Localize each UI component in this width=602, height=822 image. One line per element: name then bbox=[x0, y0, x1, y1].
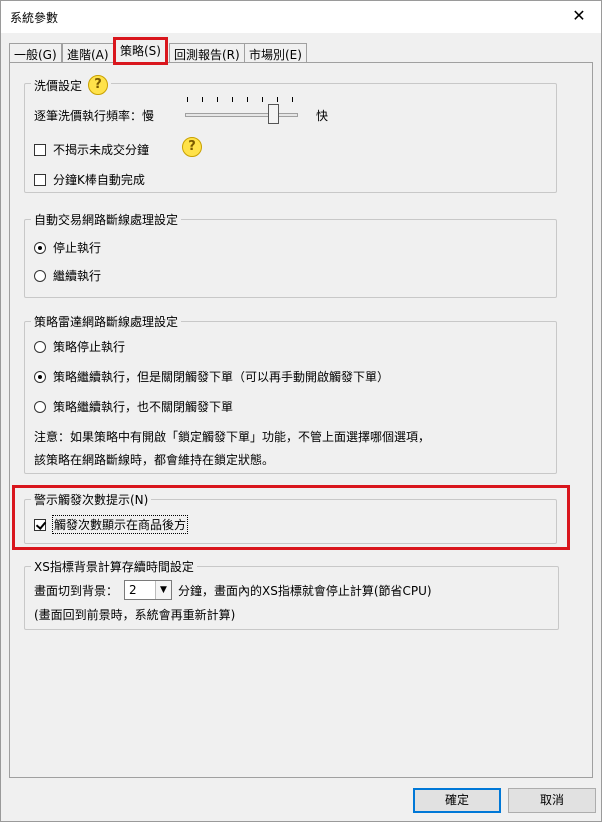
cancel-button[interactable]: 取消 bbox=[508, 788, 596, 813]
auto-trade-group-title: 自動交易網路斷線處理設定 bbox=[31, 211, 182, 228]
slider-tick bbox=[217, 97, 218, 102]
radio-button[interactable] bbox=[34, 400, 46, 413]
help-icon[interactable]: ? bbox=[182, 137, 202, 157]
radar-note-line1: 注意：如果策略中有開啟「鎖定觸發下單」功能，不管上面選擇哪個選項， bbox=[34, 430, 431, 444]
wash-price-title-text: 洗價設定 bbox=[34, 78, 83, 93]
slider-tick bbox=[292, 97, 293, 102]
auto-trade-option-label: 繼續執行 bbox=[53, 269, 102, 283]
radio-button[interactable] bbox=[34, 340, 46, 353]
radar-option-continue-keep[interactable]: 策略繼續執行，也不關閉觸發下單 bbox=[34, 398, 233, 415]
slider-tick bbox=[202, 97, 203, 102]
freq-label: 逐筆洗價執行頻率：慢 bbox=[34, 109, 155, 123]
radar-option-label: 策略停止執行 bbox=[53, 340, 126, 354]
radio-button[interactable] bbox=[34, 269, 46, 282]
xs-prefix: 畫面切到背景： bbox=[34, 583, 119, 598]
radar-option-continue-disable[interactable]: 策略繼續執行，但是關閉觸發下單（可以再手動開啟觸發下單） bbox=[34, 368, 389, 385]
radar-option-stop[interactable]: 策略停止執行 bbox=[34, 338, 125, 355]
radar-option-label: 策略繼續執行，也不關閉觸發下單 bbox=[53, 400, 234, 414]
help-icon[interactable]: ? bbox=[88, 75, 109, 95]
auto-trade-option-continue[interactable]: 繼續執行 bbox=[34, 267, 101, 284]
show-count-checkbox[interactable] bbox=[34, 518, 46, 531]
window-title: 系統參數 bbox=[10, 11, 59, 25]
hide-unfilled-row[interactable]: 不揭示未成交分鐘 bbox=[34, 141, 149, 158]
xs-background-group-title: XS指標背景計算存續時間設定 bbox=[31, 558, 197, 575]
title-bar: 系統參數 ✕ bbox=[1, 1, 601, 33]
wash-frequency-slider[interactable] bbox=[185, 97, 300, 127]
xs-suffix: 分鐘，畫面內的XS指標就會停止計算(節省CPU) bbox=[178, 583, 432, 598]
tab-general[interactable]: 一般(G) bbox=[9, 43, 62, 62]
auto-complete-row[interactable]: 分鐘K棒自動完成 bbox=[34, 171, 145, 188]
slider-track bbox=[185, 113, 298, 117]
radio-button[interactable] bbox=[34, 370, 46, 383]
freq-fast-label: 快 bbox=[316, 109, 329, 123]
ok-button[interactable]: 確定 bbox=[413, 788, 501, 813]
radar-note-line2: 該策略在網路斷線時，都會維持在鎖定狀態。 bbox=[34, 453, 275, 467]
auto-trade-option-label: 停止執行 bbox=[53, 241, 102, 255]
slider-tick bbox=[247, 97, 248, 102]
strategy-tab-panel: 洗價設定 ? 逐筆洗價執行頻率：慢 快 不揭示未成交分鐘 ? 分鐘K棒自動完成 bbox=[9, 62, 593, 778]
slider-tick bbox=[232, 97, 233, 102]
slider-thumb[interactable] bbox=[268, 104, 279, 124]
show-count-label: 觸發次數顯示在商品後方 bbox=[51, 515, 189, 534]
show-count-row[interactable]: 觸發次數顯示在商品後方 bbox=[34, 515, 189, 534]
tab-market[interactable]: 市場別(E) bbox=[244, 43, 307, 62]
wash-price-group-title: 洗價設定 ? bbox=[31, 75, 112, 95]
alert-trigger-group-title: 警示觸發次數提示(N) bbox=[31, 491, 152, 508]
auto-trade-group: 自動交易網路斷線處理設定 bbox=[24, 211, 557, 298]
close-icon[interactable]: ✕ bbox=[557, 1, 601, 33]
auto-complete-label: 分鐘K棒自動完成 bbox=[53, 173, 145, 187]
system-parameters-dialog: 系統參數 ✕ 一般(G) 進階(A) 策略(S) 回測報告(R) 市場別(E) … bbox=[0, 0, 602, 822]
minutes-select[interactable]: 2 ▼ bbox=[124, 580, 173, 600]
tab-strategy[interactable]: 策略(S) bbox=[113, 37, 168, 65]
strategy-radar-group-title: 策略雷達網路斷線處理設定 bbox=[31, 313, 182, 330]
xs-note: (畫面回到前景時，系統會再重新計算) bbox=[34, 608, 236, 622]
chevron-down-icon[interactable]: ▼ bbox=[155, 581, 172, 599]
tab-advanced[interactable]: 進階(A) bbox=[62, 43, 114, 62]
radio-button[interactable] bbox=[34, 241, 46, 254]
tab-backtest-report[interactable]: 回測報告(R) bbox=[169, 43, 245, 62]
minutes-value: 2 bbox=[129, 583, 137, 597]
slider-tick bbox=[262, 97, 263, 102]
hide-unfilled-checkbox[interactable] bbox=[34, 143, 46, 156]
hide-unfilled-label: 不揭示未成交分鐘 bbox=[53, 143, 150, 157]
auto-complete-checkbox[interactable] bbox=[34, 173, 46, 186]
xs-background-row: 畫面切到背景： 2 ▼ 分鐘，畫面內的XS指標就會停止計算(節省CPU) bbox=[34, 580, 432, 600]
slider-tick bbox=[277, 97, 278, 102]
auto-trade-option-stop[interactable]: 停止執行 bbox=[34, 239, 101, 256]
slider-tick bbox=[187, 97, 188, 102]
radar-option-label: 策略繼續執行，但是關閉觸發下單（可以再手動開啟觸發下單） bbox=[53, 370, 390, 384]
